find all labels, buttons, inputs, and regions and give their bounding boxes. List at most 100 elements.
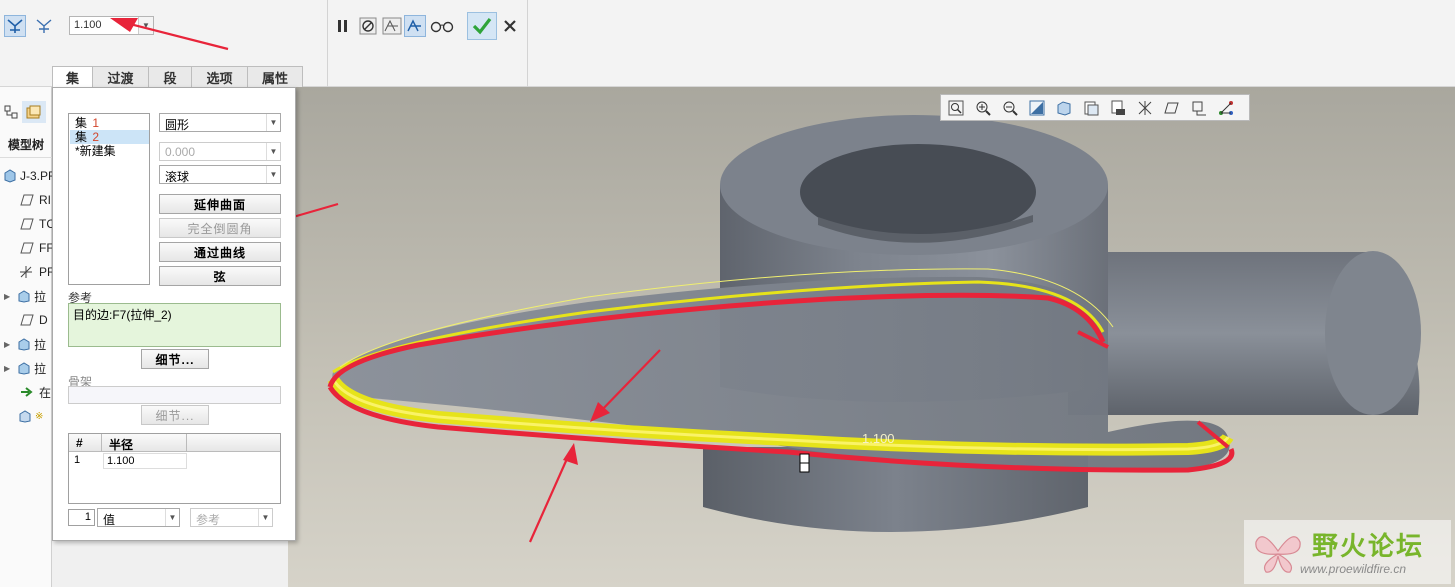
no-preview-icon[interactable] (357, 15, 379, 37)
details-button[interactable]: 细节... (141, 349, 209, 369)
table-header: # 半径 (69, 434, 280, 452)
saved-views-icon[interactable] (1080, 97, 1102, 119)
point-index-field[interactable]: 1 (68, 509, 95, 526)
tab-sets[interactable]: 集 (52, 66, 93, 87)
combo-value: 值 (103, 513, 116, 527)
creation-method-combo[interactable]: 滚球 ▼ (159, 165, 281, 184)
tree-item-datum-plane[interactable]: D (20, 310, 48, 330)
view-toolbar (940, 94, 1250, 121)
view-manager-icon[interactable] (1107, 97, 1129, 119)
chevron-down-icon[interactable]: ▼ (266, 166, 280, 183)
extrude-icon (18, 290, 30, 303)
datum-display-icon[interactable] (1134, 97, 1156, 119)
new-set-item[interactable]: *新建集 (75, 144, 149, 158)
insert-arrow-icon (21, 387, 33, 397)
divider (101, 434, 102, 452)
csys-icon (20, 266, 32, 278)
expand-icon[interactable]: ▶ (4, 292, 10, 301)
conic-value-combo: 0.000 ▼ (159, 142, 281, 161)
divider (186, 434, 187, 452)
row-index: 1 (74, 454, 81, 466)
cancel-icon[interactable] (499, 15, 521, 37)
set-item-2[interactable]: 集 2 (70, 130, 149, 144)
combo-value: 参考 (196, 513, 221, 527)
tree-item-datum-plane[interactable]: FF (20, 238, 54, 258)
chordal-button[interactable]: 弦 (159, 266, 281, 286)
pause-icon[interactable] (332, 15, 354, 37)
tree-item-label: RI (39, 193, 51, 207)
spin-center-icon[interactable] (1188, 97, 1210, 119)
cross-section-combo[interactable]: 圆形 ▼ (159, 113, 281, 132)
tab-pieces[interactable]: 段 (148, 66, 192, 87)
spine-collector (68, 386, 281, 404)
dynamic-preview-icon[interactable] (404, 15, 426, 37)
expand-icon[interactable]: ▶ (4, 340, 10, 349)
set-number: 2 (92, 130, 100, 144)
repaint-icon[interactable] (1026, 97, 1048, 119)
csys-display-icon[interactable] (1215, 97, 1237, 119)
radius-cell[interactable]: 1.100 (103, 453, 187, 469)
sets-list[interactable]: 集 1 集 2 *新建集 (68, 113, 150, 285)
tree-item-extrude[interactable]: ▶ 拉 (4, 334, 46, 354)
tab-options[interactable]: 选项 (191, 66, 248, 87)
combo-value: 0.000 (165, 145, 196, 159)
chevron-down-icon[interactable]: ▼ (165, 509, 179, 526)
sets-panel: 集 1 集 2 *新建集 圆形 ▼ 0.000 ▼ 滚球 ▼ 延伸曲面 完全倒圆… (52, 87, 296, 541)
refit-icon[interactable] (945, 97, 967, 119)
expand-icon[interactable]: ▶ (4, 364, 10, 373)
dimension-label[interactable]: 1.100 (862, 431, 895, 446)
tree-item-csys[interactable]: PF (18, 262, 54, 282)
column-header-radius: 半径 (109, 438, 134, 452)
chevron-down-icon: ▼ (258, 509, 272, 526)
tree-item-new-round[interactable]: ※ (18, 406, 43, 426)
watermark-title: 野火论坛 (1312, 531, 1425, 561)
references-collector[interactable]: 目的边:F7(拉伸_2) (68, 303, 281, 347)
tree-item-root[interactable]: J-3.PF (3, 166, 55, 186)
chevron-down-icon[interactable]: ▼ (138, 17, 153, 34)
tab-transitions[interactable]: 过渡 (92, 66, 149, 87)
radius-value: 1.100 (74, 19, 102, 31)
static-preview-icon[interactable] (381, 15, 403, 37)
combo-value: 圆形 (165, 118, 190, 132)
set-mode-icon[interactable] (4, 15, 26, 37)
set-label: 集 (75, 116, 88, 130)
chevron-down-icon[interactable]: ▼ (266, 114, 280, 131)
extend-surfaces-button[interactable]: 延伸曲面 (159, 194, 281, 214)
tree-item-label: 在 (39, 385, 52, 400)
datum-plane-icon (20, 194, 34, 206)
confirm-icon[interactable] (467, 12, 497, 40)
tree-tab-icon[interactable] (0, 101, 22, 123)
spine-details-button: 细节... (141, 405, 209, 425)
through-curve-button[interactable]: 通过曲线 (159, 242, 281, 262)
tree-item-extrude[interactable]: ▶ 拉 (4, 286, 46, 306)
verify-icon[interactable] (429, 15, 455, 37)
column-header-index: # (76, 436, 83, 450)
datum-plane-icon (20, 242, 34, 254)
annotation-display-icon[interactable] (1161, 97, 1183, 119)
tree-item-insert-here[interactable]: 在 (20, 382, 51, 402)
drag-handle[interactable] (799, 453, 810, 464)
divider (527, 0, 528, 87)
tree-item-datum-plane[interactable]: RI (20, 190, 51, 210)
graphics-viewport[interactable]: 1.100 野火论坛 www.proewildfire.cn (288, 87, 1455, 587)
set-item-1[interactable]: 集 1 (75, 116, 149, 130)
table-row[interactable]: 1 1.100 (69, 453, 280, 469)
part-model: 1.100 (327, 115, 1421, 532)
zoom-out-icon[interactable] (999, 97, 1021, 119)
tab-properties[interactable]: 属性 (247, 66, 303, 87)
tree-item-label: 拉 (34, 289, 47, 304)
panel-tabs: 集 过渡 段 选项 属性 (52, 66, 303, 87)
divider (327, 0, 328, 87)
tree-item-extrude[interactable]: ▶ 拉 (4, 358, 46, 378)
radius-value-combo[interactable]: 1.100 ▼ (69, 16, 154, 35)
folder-browser-icon[interactable] (22, 101, 46, 123)
transition-mode-icon[interactable] (33, 15, 55, 37)
drag-handle[interactable] (799, 462, 810, 473)
value-type-combo[interactable]: 值 ▼ (97, 508, 180, 527)
display-style-icon[interactable] (1053, 97, 1075, 119)
tree-item-datum-plane[interactable]: TC (20, 214, 55, 234)
tree-toolbar (0, 101, 50, 127)
reference-item[interactable]: 目的边:F7(拉伸_2) (73, 308, 172, 322)
zoom-in-icon[interactable] (972, 97, 994, 119)
radius-table[interactable]: # 半径 1 1.100 (68, 433, 281, 504)
